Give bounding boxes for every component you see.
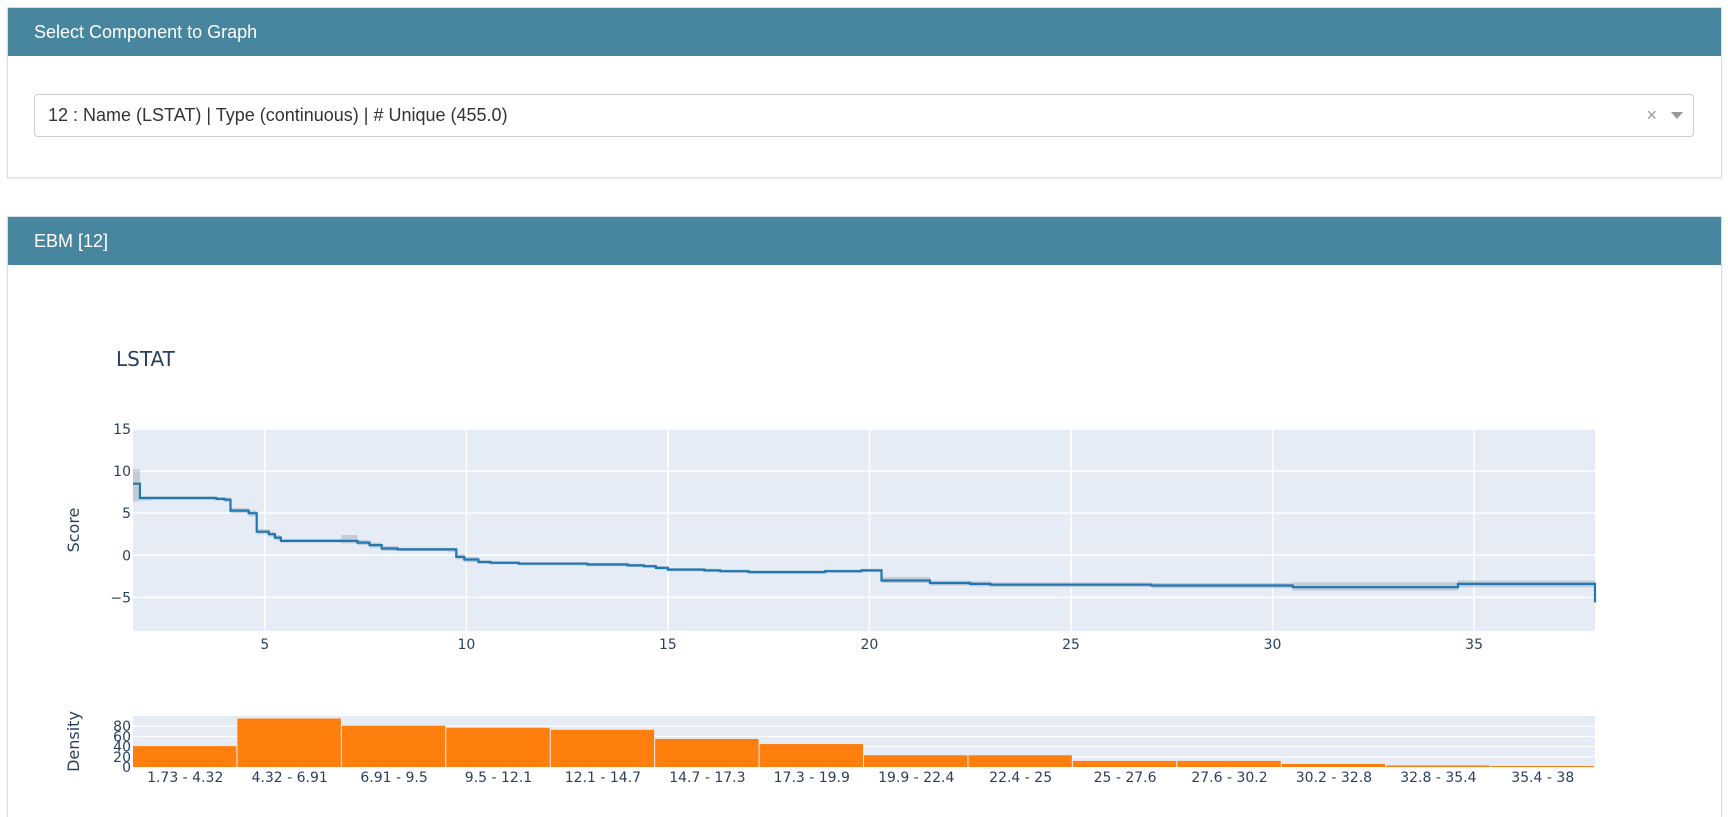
score-xtick-label: 5	[260, 637, 269, 653]
density-xtick-label: 1.73 - 4.32	[147, 770, 223, 786]
density-bar	[1177, 760, 1281, 767]
score-ytick-label: 5	[122, 506, 131, 522]
density-bar	[341, 725, 446, 767]
density-bar	[237, 718, 341, 767]
density-xtick-label: 4.32 - 6.91	[251, 770, 327, 786]
score-axis-title: Score	[64, 508, 83, 553]
density-xtick-label: 35.4 - 38	[1511, 770, 1574, 786]
score-ytick-label: 0	[122, 548, 131, 564]
density-xtick-label: 9.5 - 12.1	[465, 770, 532, 786]
density-ytick-label: 80	[113, 719, 131, 735]
score-plot-area	[133, 429, 1595, 631]
density-bar	[759, 744, 863, 767]
density-bar	[550, 729, 655, 767]
density-xtick-label: 27.6 - 30.2	[1191, 770, 1267, 786]
density-xtick-label: 22.4 - 25	[989, 770, 1052, 786]
density-xtick-label: 17.3 - 19.9	[774, 770, 850, 786]
density-bar	[655, 738, 759, 767]
density-bar	[1386, 765, 1490, 767]
density-xtick-label: 12.1 - 14.7	[565, 770, 641, 786]
density-xtick-label: 6.91 - 9.5	[360, 770, 427, 786]
score-xtick-label: 30	[1264, 637, 1282, 653]
chart-title: LSTAT	[116, 347, 176, 371]
ebm-feature-plot: 151050−55 10 15 20 25 30 35LSTATScore020406080…	[64, 347, 1597, 786]
density-bar	[446, 727, 550, 767]
density-bar	[1281, 763, 1386, 767]
score-xtick-label: 20	[861, 637, 879, 653]
density-xtick-label: 19.9 - 22.4	[878, 770, 954, 786]
density-xtick-label: 25 - 27.6	[1094, 770, 1157, 786]
density-axis-title: Density	[64, 711, 83, 772]
score-xtick-label: 10	[457, 637, 475, 653]
density-xtick-label: 30.2 - 32.8	[1296, 770, 1372, 786]
density-bar	[968, 755, 1072, 767]
density-bar	[864, 755, 968, 767]
score-xtick-label: 25	[1062, 637, 1080, 653]
density-bar	[1072, 760, 1177, 767]
score-ytick-label: −5	[110, 590, 131, 606]
density-bar	[1490, 765, 1594, 767]
density-bar	[133, 746, 237, 767]
score-ytick-label: 15	[113, 422, 131, 438]
score-xtick-label: 35	[1465, 637, 1483, 653]
score-ytick-label: 10	[113, 464, 131, 480]
score-xtick-label: 15	[659, 637, 677, 653]
density-xtick-label: 14.7 - 17.3	[669, 770, 745, 786]
density-xtick-label: 32.8 - 35.4	[1400, 770, 1476, 786]
